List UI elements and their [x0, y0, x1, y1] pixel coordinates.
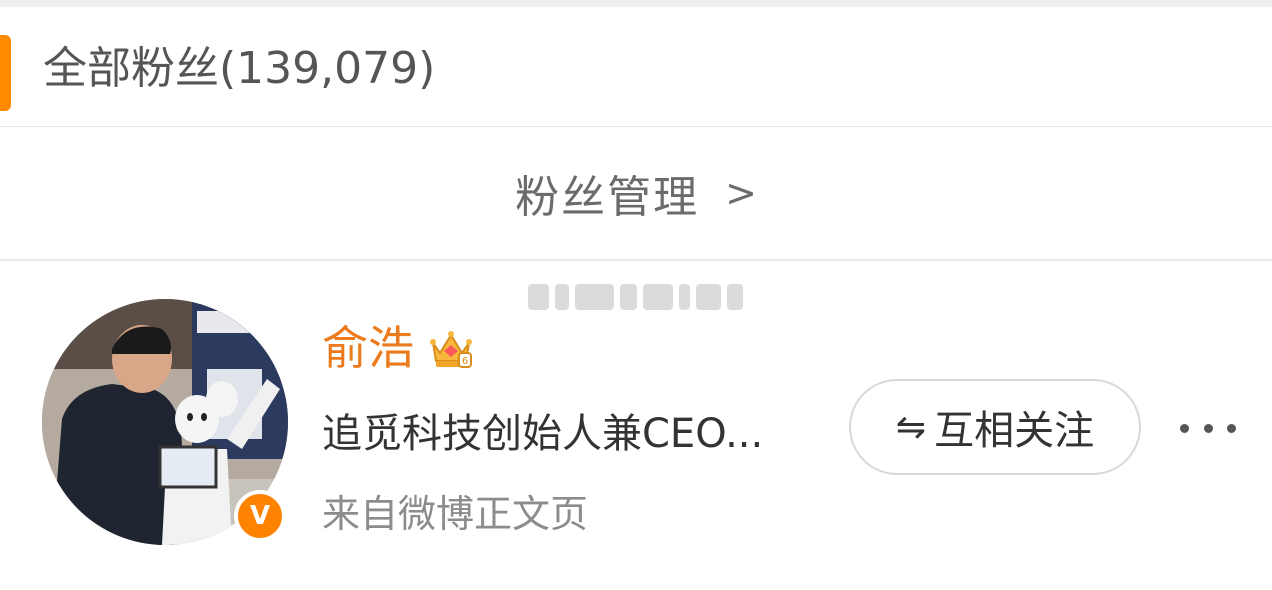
more-dots-icon[interactable] — [1180, 412, 1236, 444]
more-dot — [1227, 423, 1236, 433]
more-dot — [1180, 423, 1189, 433]
verified-v-icon: V — [234, 490, 286, 542]
svg-text:6: 6 — [462, 356, 468, 367]
all-fans-title: 全部粉丝(139,079) — [43, 43, 436, 94]
fan-name[interactable]: 俞浩 — [322, 318, 414, 378]
chevron-right-icon: > — [725, 171, 757, 215]
fan-source: 来自微博正文页 — [322, 492, 589, 536]
watermark-smudge — [528, 281, 743, 313]
mutual-follow-label: 互相关注 — [934, 408, 1095, 454]
fan-description: 追觅科技创始人兼CEO... — [322, 411, 764, 457]
section-header: 全部粉丝(139,079) — [0, 7, 1272, 127]
mutual-follow-arrows-icon: ⇋ — [895, 406, 927, 448]
section-accent-bar — [0, 35, 11, 111]
mutual-follow-button[interactable]: ⇋ 互相关注 — [849, 379, 1141, 475]
fan-management-link[interactable]: 粉丝管理 > — [0, 127, 1272, 261]
vip-crown-icon: 6 — [430, 331, 472, 368]
top-divider-strip — [0, 0, 1272, 7]
more-dot — [1203, 423, 1213, 433]
fan-name-row: 俞浩 6 — [322, 318, 474, 378]
fan-management-label: 粉丝管理 — [515, 172, 700, 223]
